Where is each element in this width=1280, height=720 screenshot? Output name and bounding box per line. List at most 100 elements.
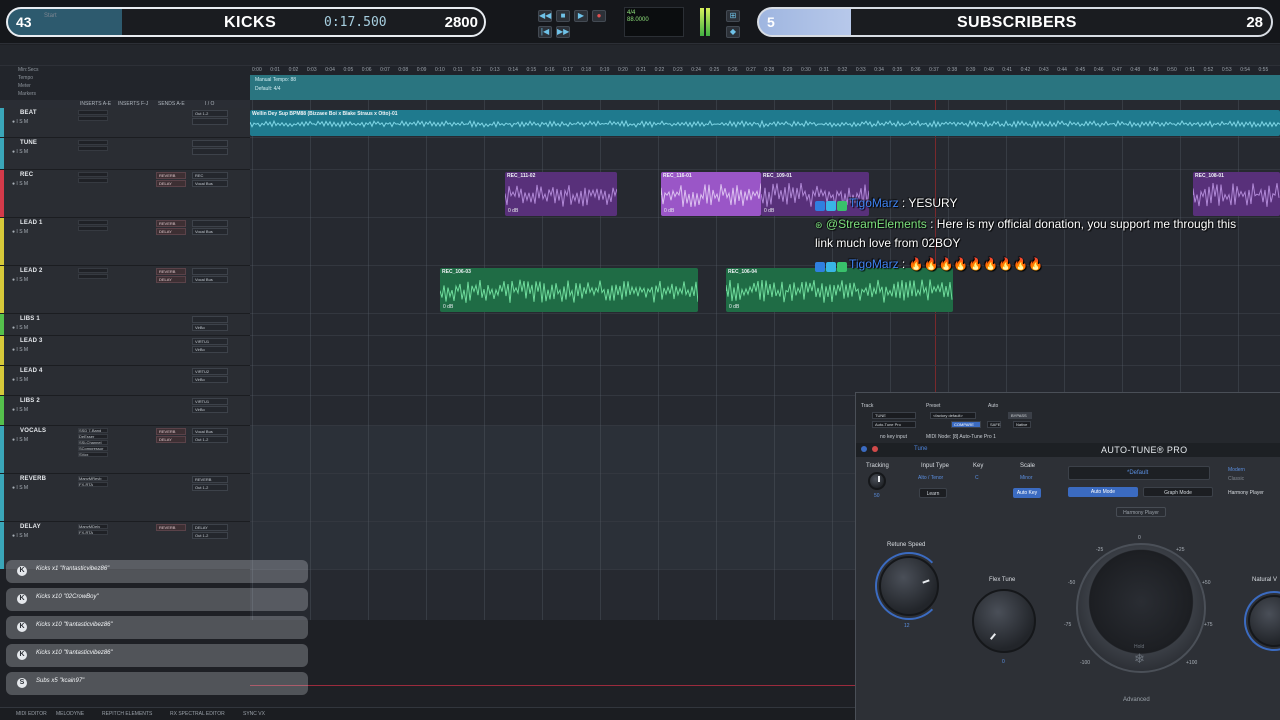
track-rsm-buttons[interactable]: ● I S M: [12, 533, 28, 539]
track-name[interactable]: LEAD 4: [20, 368, 43, 374]
io-selector[interactable]: VirBo: [192, 376, 228, 383]
insert-slot[interactable]: [78, 268, 108, 273]
insert-slot[interactable]: [78, 140, 108, 145]
tab-rx-spectral-editor[interactable]: RX SPECTRAL EDITOR: [170, 711, 225, 717]
insert-slot[interactable]: [78, 220, 108, 225]
timeline-ruler[interactable]: 0:00 0:01 0:02 0:03 0:04 0:05 0:06 0:07 0:08 0:09…: [250, 66, 1280, 75]
track-name[interactable]: LIBS 2: [20, 398, 40, 404]
bypass-button[interactable]: BYPASS: [1008, 412, 1032, 419]
track-name[interactable]: LEAD 2: [20, 268, 43, 274]
track-lane[interactable]: [250, 138, 1280, 170]
stop-button[interactable]: ■: [556, 10, 570, 22]
audio-clip[interactable]: REC_106-03 0 dB: [440, 268, 698, 312]
track-name[interactable]: DELAY: [20, 524, 41, 530]
track-rsm-buttons[interactable]: ● I S M: [12, 277, 28, 283]
send-slot[interactable]: DELAY: [156, 436, 186, 443]
io-selector[interactable]: REVERB: [192, 476, 228, 483]
send-slot[interactable]: REVERB: [156, 172, 186, 179]
track-header[interactable]: LEAD 3 ● I S M VIRTU1 VirBo: [0, 336, 250, 366]
auto-key-button[interactable]: Auto Key: [1013, 488, 1041, 498]
track-name[interactable]: LEAD 3: [20, 338, 43, 344]
key-input-select[interactable]: no key input: [880, 434, 907, 440]
send-slot[interactable]: REVERB: [156, 268, 186, 275]
track-rsm-buttons[interactable]: ● I S M: [12, 229, 28, 235]
track-name[interactable]: LIBS 1: [20, 316, 40, 322]
io-selector[interactable]: [192, 118, 228, 125]
io-selector[interactable]: Vocal Bus: [192, 180, 228, 187]
tune-tab[interactable]: Tune: [914, 446, 927, 452]
insert-slot[interactable]: [78, 226, 108, 231]
harmony-player-toggle[interactable]: Harmony Player: [1228, 490, 1264, 496]
preset-browser[interactable]: *Default: [1068, 466, 1210, 480]
strength-button[interactable]: ◆: [726, 26, 740, 38]
track-name[interactable]: TUNE: [20, 140, 37, 146]
native-button[interactable]: Native: [1013, 421, 1031, 428]
tab-melodyne[interactable]: MELODYNE: [56, 711, 84, 717]
io-selector[interactable]: VIRTU2: [192, 368, 228, 375]
io-selector[interactable]: VirBo: [192, 406, 228, 413]
grid-button[interactable]: ⊞: [726, 10, 740, 22]
insert-slot[interactable]: ManyMRevb: [78, 476, 108, 481]
tracking-knob[interactable]: [868, 472, 886, 490]
io-selector[interactable]: Out 1-2: [192, 436, 228, 443]
key-select[interactable]: C: [975, 475, 979, 481]
flex-tune-knob[interactable]: [972, 589, 1036, 653]
insert-slot[interactable]: SVox: [78, 452, 108, 457]
track-rsm-buttons[interactable]: ● I S M: [12, 377, 28, 383]
io-selector[interactable]: DELAY: [192, 524, 228, 531]
harmony-player-button[interactable]: Harmony Player: [1116, 507, 1166, 517]
input-type-select[interactable]: Alto / Tenor: [918, 475, 943, 481]
record-icon[interactable]: [872, 446, 878, 452]
record-button[interactable]: ●: [592, 10, 606, 22]
io-selector[interactable]: REC: [192, 172, 228, 179]
track-header[interactable]: REVERB ● I S M ManyMRevb FX-RTA REVERB Out 1-…: [0, 474, 250, 522]
track-rsm-buttons[interactable]: ● I S M: [12, 407, 28, 413]
io-selector[interactable]: Out 1-2: [192, 532, 228, 539]
track-header[interactable]: LIBS 2 ● I S M VIRTU1 VirBo: [0, 396, 250, 426]
track-header[interactable]: VOCALS ● I S M SSD 7-Band DeEsser SSLChannel…: [0, 426, 250, 474]
insert-slot[interactable]: [78, 274, 108, 279]
send-slot[interactable]: REVERB: [156, 524, 186, 531]
insert-slot[interactable]: ManyMDely: [78, 524, 108, 529]
rewind-button[interactable]: ◀◀: [538, 10, 552, 22]
track-name[interactable]: LEAD 1: [20, 220, 43, 226]
io-selector[interactable]: Vocal Bus: [192, 276, 228, 283]
io-selector[interactable]: Out 1-2: [192, 110, 228, 117]
scale-select[interactable]: Minor: [1020, 475, 1033, 481]
play-button[interactable]: ▶: [574, 10, 588, 22]
send-slot[interactable]: DELAY: [156, 228, 186, 235]
io-selector[interactable]: [192, 148, 228, 155]
track-header[interactable]: LIBS 1 ● I S M VirBo: [0, 314, 250, 336]
io-selector[interactable]: Vocal Bus: [192, 428, 228, 435]
tab-sync-vx[interactable]: SYNC VX: [243, 711, 265, 717]
audio-clip[interactable]: REC_116-01 0 dB: [661, 172, 761, 216]
track-rsm-buttons[interactable]: ● I S M: [12, 181, 28, 187]
safe-button[interactable]: SAFE: [987, 421, 1001, 428]
insert-slot[interactable]: SCompressor: [78, 446, 108, 451]
track-rsm-buttons[interactable]: ● I S M: [12, 119, 28, 125]
insert-slot[interactable]: DeEsser: [78, 434, 108, 439]
io-selector[interactable]: [192, 268, 228, 275]
io-selector[interactable]: VIRTU1: [192, 398, 228, 405]
track-rsm-buttons[interactable]: ● I S M: [12, 437, 28, 443]
track-name[interactable]: REC: [20, 172, 33, 178]
insert-slot[interactable]: [78, 110, 108, 115]
track-header[interactable]: BEAT ● I S M Out 1-2: [0, 108, 250, 138]
track-select[interactable]: TUNE: [872, 412, 916, 419]
track-rsm-buttons[interactable]: ● I S M: [12, 485, 28, 491]
modern-option[interactable]: Modern: [1228, 467, 1245, 473]
audio-clip[interactable]: Wellin Dey Sup BPM88 (Bizzaee Boi x Blak…: [250, 110, 1280, 136]
insert-slot[interactable]: [78, 146, 108, 151]
track-header[interactable]: TUNE ● I S M: [0, 138, 250, 170]
insert-select[interactable]: Auto-Tune Pro: [872, 421, 916, 428]
insert-slot[interactable]: FX-RTA: [78, 530, 108, 535]
track-name[interactable]: VOCALS: [20, 428, 46, 434]
track-name[interactable]: REVERB: [20, 476, 46, 482]
io-selector[interactable]: [192, 220, 228, 227]
audio-clip[interactable]: REC_111-02 0 dB: [505, 172, 617, 216]
insert-slot[interactable]: FX-RTA: [78, 482, 108, 487]
send-slot[interactable]: REVERB: [156, 428, 186, 435]
tempo-meter-ruler[interactable]: Manual Tempo: 88 Default: 4/4: [250, 75, 1280, 100]
forward-button[interactable]: ▶▶: [556, 26, 570, 38]
track-header[interactable]: REC ● I S M REVERB DELAY REC Vocal Bus: [0, 170, 250, 218]
